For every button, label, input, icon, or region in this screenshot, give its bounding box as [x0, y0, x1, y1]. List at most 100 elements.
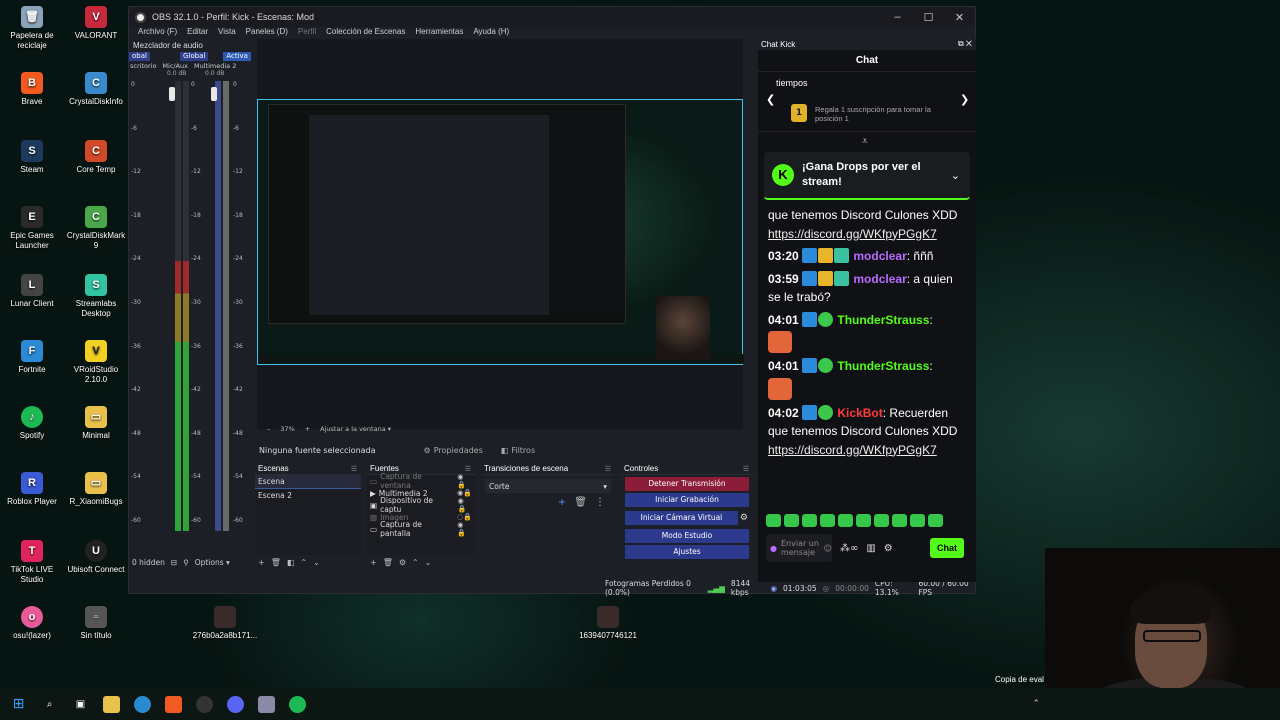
source-item[interactable]: ▭ Captura de ventana ◉🔒 — [367, 472, 475, 490]
brave-icon[interactable] — [165, 695, 182, 713]
filter-icon[interactable]: ◧ — [287, 558, 295, 567]
gift-icon[interactable]: ▥ — [866, 543, 875, 554]
desktop-icon-valorant[interactable]: V VALORANT — [64, 6, 128, 41]
desktop-icon-fortnite[interactable]: F Fortnite — [0, 340, 64, 375]
menu-archivo[interactable]: Archivo (F) — [133, 27, 182, 39]
file-explorer-icon[interactable] — [103, 695, 120, 713]
desktop-icon-osu[interactable]: o osu!(lazer) — [0, 606, 64, 641]
desktop-icon-ubisoft[interactable]: U Ubisoft Connect — [64, 540, 128, 575]
search-icon[interactable]: ⌕ — [41, 696, 58, 713]
desktop-icon-vroid[interactable]: V VRoidStudio 2.10.0 — [64, 340, 128, 385]
gear-icon[interactable]: ⚙ — [399, 558, 406, 567]
desktop-icon-lunar[interactable]: L Lunar Client — [0, 274, 64, 309]
close-icon[interactable]: ✕ — [944, 11, 975, 24]
edge-icon[interactable] — [134, 695, 151, 713]
desktop-icon-spotify[interactable]: ♪ Spotify — [0, 406, 64, 441]
obs-icon[interactable] — [196, 695, 213, 713]
msg-user[interactable]: KickBot — [837, 406, 882, 420]
fit-select[interactable]: Ajustar a la ventana ▾ — [320, 425, 391, 433]
visibility-icon[interactable]: ◉🔒 — [458, 497, 472, 513]
menu-editar[interactable]: Editar — [182, 27, 213, 39]
emote-icon[interactable] — [802, 514, 817, 527]
add-icon[interactable]: + — [370, 558, 377, 567]
desktop-icon-roblox[interactable]: R Roblox Player — [0, 472, 64, 507]
task-view-icon[interactable]: ▣ — [72, 696, 89, 713]
scene-item[interactable]: Escena 2 — [255, 489, 361, 502]
desktop-icon-recycle[interactable]: 🗑 Papelera de reciclaje — [0, 6, 64, 51]
visibility-icon[interactable]: ◌🔒 — [457, 513, 472, 521]
source-item[interactable]: ▣ Dispositivo de captu ◉🔒 — [367, 496, 475, 514]
visibility-icon[interactable]: ◉🔒 — [457, 521, 472, 537]
source-item[interactable]: ▭ Captura de pantalla ◉🔒 — [367, 520, 475, 538]
desktop-file-2[interactable]: 1639407746121 — [576, 606, 640, 641]
zoom-in-button[interactable]: + — [305, 425, 310, 433]
menu-ayuda[interactable]: Ayuda (H) — [468, 27, 514, 39]
desktop-icon-crystaldiskmark[interactable]: C CrystalDiskMark 9 — [64, 206, 128, 251]
trash-icon[interactable]: 🗑 — [383, 558, 393, 567]
send-chat-button[interactable]: Chat — [930, 538, 964, 558]
emote-icon[interactable] — [928, 514, 943, 527]
emote-icon[interactable] — [766, 514, 781, 527]
desktop-icon-tiktok[interactable]: T TikTok LIVE Studio — [0, 540, 64, 585]
stop-stream-button[interactable]: Detener Transmisión — [625, 477, 749, 491]
scroll-down-icon[interactable]: ⩡ — [862, 136, 868, 147]
menu-herramientas[interactable]: Herramientas — [410, 27, 468, 39]
mixer-options-button[interactable]: Options ▾ — [195, 558, 230, 567]
desktop-icon-xiaomibugs[interactable]: ▭ R_XiaomiBugs — [64, 472, 128, 507]
preview-canvas[interactable] — [257, 99, 744, 365]
mixer-tab-global[interactable]: Global — [179, 52, 209, 61]
gear-icon[interactable]: ⚙ — [740, 513, 748, 523]
msg-user[interactable]: ThunderStrauss — [837, 359, 929, 373]
msg-user[interactable]: ThunderStrauss — [837, 313, 929, 327]
mixer-tab-activa[interactable]: Activa — [223, 52, 251, 61]
more-icon[interactable]: ⋮ — [595, 497, 605, 508]
emote-icon[interactable] — [892, 514, 907, 527]
desktop-icon-brave[interactable]: B Brave — [0, 72, 64, 107]
dock-menu-icon[interactable]: ☰ — [351, 465, 357, 473]
windows-start-icon[interactable]: ⊞ — [10, 696, 27, 713]
chat-input[interactable]: ● Enviar un mensaje ☺ — [766, 534, 832, 562]
desktop-icon-crystaldiskinfo[interactable]: C CrystalDiskInfo — [64, 72, 128, 107]
properties-button[interactable]: ⚙ Propiedades — [424, 446, 483, 455]
chevron-left-icon[interactable]: ❮ — [766, 93, 775, 106]
studio-mode-button[interactable]: Modo Estudio — [625, 529, 749, 543]
desktop-icon-steam[interactable]: S Steam — [0, 140, 64, 175]
desktop-icon-epic[interactable]: E Epic Games Launcher — [0, 206, 64, 251]
spotify-icon[interactable] — [289, 695, 306, 713]
transition-select[interactable]: Corte ▾ — [485, 479, 611, 493]
emote-icon[interactable] — [838, 514, 853, 527]
drops-banner[interactable]: K ¡Gana Drops por ver el stream! ⌄ — [764, 152, 970, 200]
tray-chevron-icon[interactable]: ⌃ — [1032, 699, 1040, 709]
trash-icon[interactable]: 🗑 — [574, 497, 587, 508]
users-icon[interactable]: ⁂∞ — [840, 543, 858, 554]
add-icon[interactable]: + — [558, 497, 566, 508]
fader-mic[interactable] — [169, 87, 175, 101]
discord-icon[interactable] — [227, 695, 244, 713]
dock-menu-icon[interactable]: ☰ — [605, 465, 611, 473]
minimize-icon[interactable]: – — [882, 11, 913, 24]
up-icon[interactable]: ⌃ — [412, 558, 419, 567]
emote-icon[interactable] — [784, 514, 799, 527]
preview-area[interactable]: – 37% + Ajustar a la ventana ▾ — [257, 39, 744, 433]
chat-link[interactable]: https://discord.gg/WKfpyPGgK7 — [768, 225, 968, 244]
maximize-icon[interactable]: ☐ — [913, 11, 944, 24]
visibility-icon[interactable]: ◉🔒 — [457, 473, 472, 489]
mixer-tab-0[interactable]: obal — [129, 52, 150, 61]
zoom-out-button[interactable]: – — [267, 425, 270, 433]
menu-coleccion[interactable]: Colección de Escenas — [321, 27, 410, 39]
visibility-icon[interactable]: ◉🔒 — [457, 489, 472, 497]
menu-paneles[interactable]: Paneles (D) — [241, 27, 293, 39]
emote-icon[interactable] — [820, 514, 835, 527]
filters-button[interactable]: ◧ Filtros — [501, 446, 535, 455]
gear-icon[interactable]: ⚙ — [884, 543, 893, 554]
desktop-icon-streamlabs[interactable]: S Streamlabs Desktop — [64, 274, 128, 319]
trash-icon[interactable]: 🗑 — [271, 558, 281, 567]
fader-media[interactable] — [211, 87, 217, 101]
scene-item[interactable]: Escena — [255, 475, 361, 489]
desktop-icon-sintitulo[interactable]: ▫ Sin título — [64, 606, 128, 641]
desktop-file-1[interactable]: 276b0a2a8b171... — [190, 606, 260, 641]
app-icon[interactable] — [258, 695, 275, 713]
emote-icon[interactable] — [856, 514, 871, 527]
add-icon[interactable]: + — [258, 558, 265, 567]
menu-vista[interactable]: Vista — [213, 27, 241, 39]
